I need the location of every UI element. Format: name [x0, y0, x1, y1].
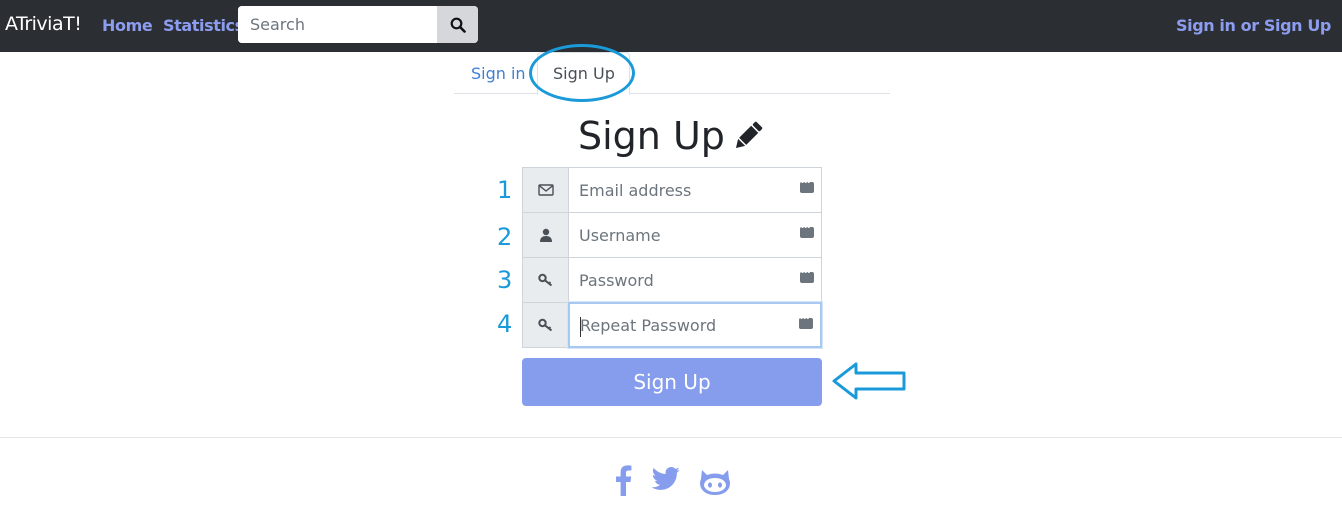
username-field-wrap: [568, 212, 822, 258]
nav-statistics-link[interactable]: Statistics: [163, 16, 244, 35]
search-button[interactable]: [437, 6, 478, 43]
password-addon: [522, 257, 569, 303]
facebook-icon[interactable]: [614, 464, 632, 496]
username-row: [522, 212, 822, 258]
autofill-icon[interactable]: [799, 313, 813, 329]
autofill-icon[interactable]: [800, 267, 814, 283]
pencil-icon: [735, 121, 763, 149]
annotation-number-4: 4: [497, 310, 513, 338]
username-addon: [522, 212, 569, 258]
repeat-password-field-wrap: [568, 302, 822, 348]
footer-divider: [0, 437, 1342, 438]
annotation-number-1: 1: [497, 176, 513, 204]
repeat-password-addon: [522, 302, 569, 348]
signup-submit-button[interactable]: Sign Up: [522, 358, 822, 406]
annotation-number-3: 3: [497, 266, 513, 294]
email-addon: [522, 167, 569, 213]
autofill-icon[interactable]: [800, 177, 814, 193]
search-icon: [450, 17, 466, 33]
page-title: Sign Up: [578, 114, 725, 158]
envelope-icon: [537, 184, 554, 196]
twitter-icon[interactable]: [651, 464, 681, 494]
email-row: [522, 167, 822, 213]
key-icon: [537, 273, 552, 287]
email-field[interactable]: [569, 168, 821, 212]
password-field[interactable]: [569, 258, 821, 302]
password-field-wrap: [568, 257, 822, 303]
annotation-ellipse: [529, 44, 635, 102]
brand-logo[interactable]: ATriviaT!: [5, 13, 82, 35]
nav-signin-link[interactable]: Sign in or Sign Up: [1176, 16, 1331, 35]
repeat-password-field[interactable]: [570, 304, 820, 346]
user-icon: [539, 228, 552, 242]
tab-signin[interactable]: Sign in: [471, 64, 526, 83]
github-icon[interactable]: [698, 464, 732, 496]
autofill-icon[interactable]: [800, 222, 814, 238]
annotation-arrow-icon: [832, 362, 906, 400]
search-form: [238, 6, 478, 43]
navbar: ATriviaT! Home Statistics Sign in or Sig…: [0, 0, 1342, 52]
auth-tabs: Sign in Sign Up: [454, 52, 890, 95]
search-input[interactable]: [238, 6, 437, 43]
repeat-password-row: [522, 302, 822, 348]
nav-home-link[interactable]: Home: [102, 16, 153, 35]
username-field[interactable]: [569, 213, 821, 257]
password-row: [522, 257, 822, 303]
email-field-wrap: [568, 167, 822, 213]
text-cursor: [580, 317, 581, 337]
key-icon: [537, 318, 552, 332]
annotation-number-2: 2: [497, 223, 513, 251]
